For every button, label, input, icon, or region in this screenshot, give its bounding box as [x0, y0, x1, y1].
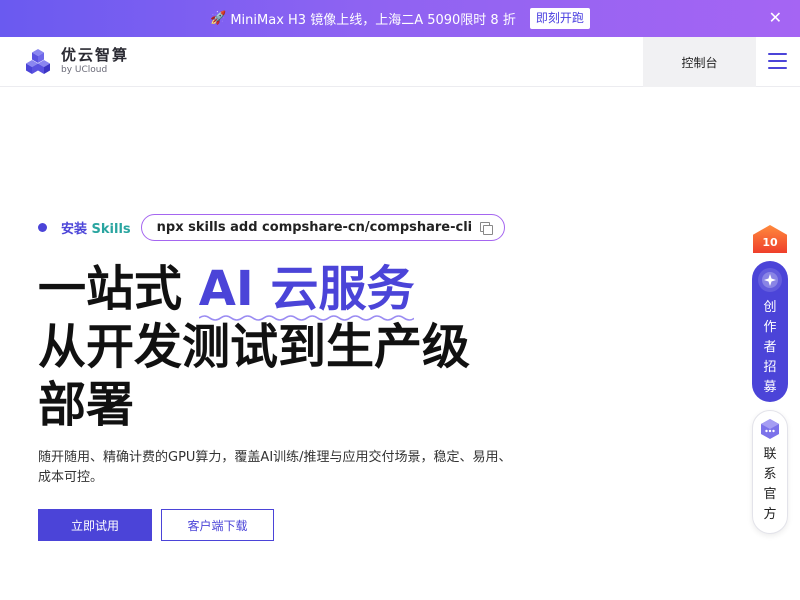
wavy-underline-icon [198, 315, 415, 321]
console-button[interactable]: 控制台 [643, 37, 756, 87]
install-command-text: npx skills add compshare-cn/compshare-cl… [156, 220, 473, 235]
skills-install-row: 安装 Skills npx skills add compshare-cn/co… [38, 214, 506, 241]
skills-label: 安装 Skills [61, 222, 131, 237]
hamburger-menu-icon[interactable] [768, 53, 787, 69]
logo[interactable]: 优云智算 by UCloud [25, 47, 129, 76]
headline-line-2: 从开发测试到生产级 [38, 319, 471, 375]
announcement-cta-button[interactable]: 即刻开跑 [529, 8, 590, 29]
headline-accent: AI 云服务 [198, 260, 415, 321]
creator-recruit-label: 创 作 者 招 募 [763, 300, 777, 395]
announcement-text: MiniMax H3 镜像上线，上海二A 5090限时 8 折 [230, 13, 516, 28]
site-header: 优云智算 by UCloud 控制台 [0, 37, 800, 87]
creator-recruit-widget[interactable]: 创 作 者 招 募 [752, 261, 788, 402]
announcement-bar: 🚀 MiniMax H3 镜像上线，上海二A 5090限时 8 折 即刻开跑 ✕ [0, 0, 800, 37]
client-download-button[interactable]: 客户端下载 [161, 509, 274, 541]
logo-cubes-icon [26, 48, 50, 74]
headline-line-1: 一站式 AI 云服务 [38, 260, 598, 321]
install-command-pill[interactable]: npx skills add compshare-cn/compshare-cl… [140, 214, 506, 241]
rocket-icon: 🚀 [210, 11, 227, 26]
close-icon[interactable]: ✕ [769, 9, 782, 27]
chat-cube-icon [761, 419, 779, 439]
contact-official-label: 联 系 官 方 [763, 447, 777, 522]
contact-official-widget[interactable]: 联 系 官 方 [752, 410, 788, 534]
logo-title: 优云智算 [61, 46, 130, 64]
hero-headline: 一站式 AI 云服务 从开发测试到生产级 部署 [38, 260, 598, 434]
hero-description: 随开随用、精确计费的GPU算力，覆盖AI训练/推理与应用交付场景，稳定、易用、成… [38, 450, 512, 485]
bullet-dot [38, 223, 47, 232]
sparkle-icon [758, 268, 782, 292]
copy-icon[interactable] [480, 221, 494, 235]
logo-subtitle: by UCloud [61, 65, 108, 75]
discount-badge[interactable]: 10 [753, 225, 787, 253]
headline-line-3: 部署 [38, 377, 135, 433]
try-now-button[interactable]: 立即试用 [38, 509, 152, 541]
